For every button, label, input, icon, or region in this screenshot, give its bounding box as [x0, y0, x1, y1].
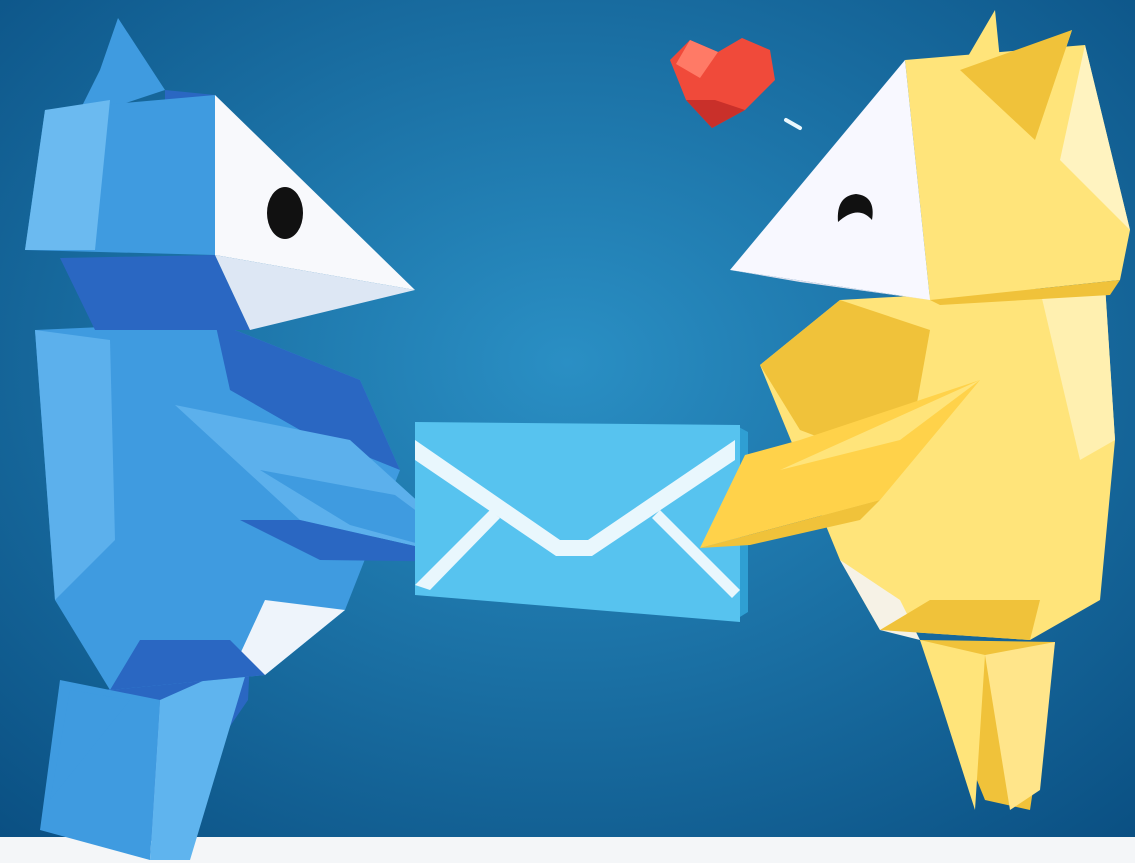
illustration — [0, 0, 1135, 863]
blue-creature-eye — [267, 187, 303, 239]
envelope-icon — [415, 422, 748, 622]
